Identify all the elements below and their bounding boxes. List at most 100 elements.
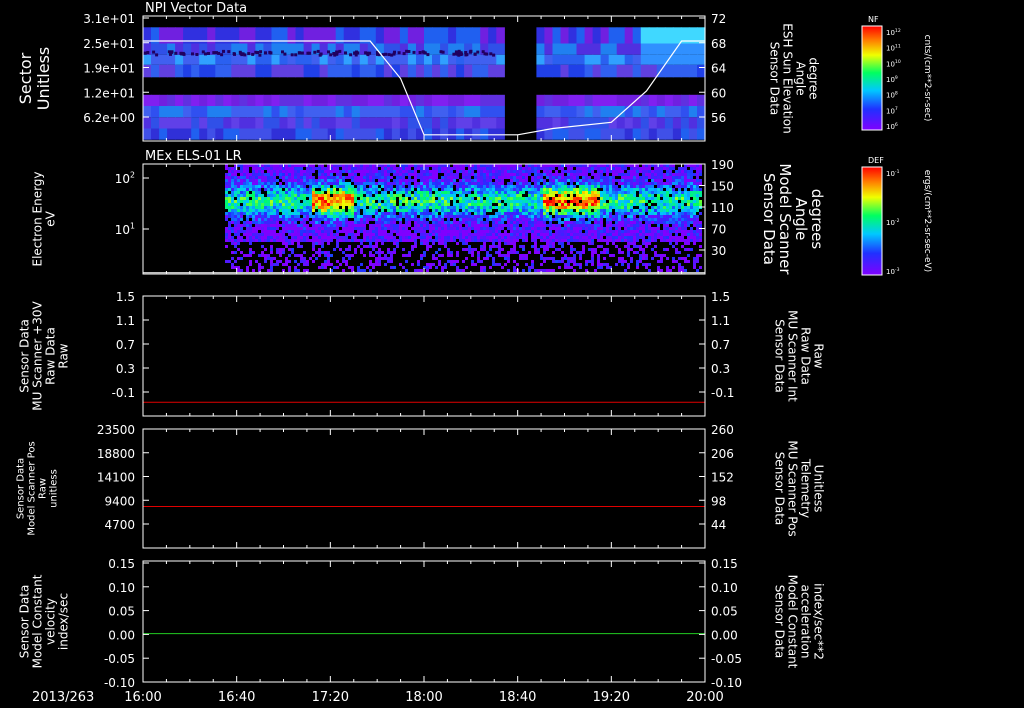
- els-spectrogram-cell: [348, 185, 351, 188]
- els-spectrogram-cell: [390, 224, 393, 227]
- els-spectrogram-cell: [654, 197, 657, 200]
- els-spectrogram-cell: [669, 203, 672, 206]
- els-spectrogram-cell: [645, 233, 648, 236]
- els-spectrogram-cell: [339, 248, 342, 251]
- els-spectrogram-cell: [687, 239, 690, 242]
- els-spectrogram-cell: [492, 167, 495, 170]
- els-spectrogram-cell: [336, 218, 339, 221]
- els-spectrogram-cell: [561, 236, 564, 239]
- els-spectrogram-cell: [666, 215, 669, 218]
- els-spectrogram-cell: [570, 260, 573, 263]
- els-spectrogram-cell: [387, 197, 390, 200]
- els-spectrogram-cell: [600, 194, 603, 197]
- els-spectrogram-cell: [378, 218, 381, 221]
- els-spectrogram-cell: [408, 230, 411, 233]
- els-spectrogram-cell: [555, 197, 558, 200]
- npi-heatmap-cell: [295, 117, 305, 129]
- npi-heatmap-cell: [231, 54, 240, 65]
- els-spectrogram-cell: [324, 206, 327, 209]
- els-spectrogram-cell: [462, 215, 465, 218]
- els-spectrogram-cell: [390, 227, 393, 230]
- els-spectrogram-cell: [675, 209, 678, 212]
- els-spectrogram-cell: [327, 200, 330, 203]
- els-spectrogram-cell: [594, 194, 597, 197]
- els-spectrogram-cell: [564, 218, 567, 221]
- els-spectrogram-cell: [591, 263, 594, 266]
- els-spectrogram-cell: [426, 239, 429, 242]
- els-spectrogram-cell: [687, 230, 690, 233]
- els-spectrogram-cell: [636, 218, 639, 221]
- els-spectrogram-cell: [381, 251, 384, 254]
- els-spectrogram-cell: [480, 206, 483, 209]
- els-spectrogram-cell: [552, 200, 555, 203]
- els-spectrogram-cell: [267, 203, 270, 206]
- npi-heatmap-cell: [407, 54, 417, 65]
- els-spectrogram-cell: [339, 263, 342, 266]
- els-spectrogram-cell: [372, 179, 375, 182]
- els-spectrogram-cell: [465, 176, 468, 179]
- els-spectrogram-cell: [465, 179, 468, 182]
- npi-heatmap-cell: [544, 117, 553, 129]
- npi-heatmap-cell: [383, 106, 393, 118]
- els-spectrogram-cell: [570, 206, 573, 209]
- els-spectrogram-cell: [423, 224, 426, 227]
- els-spectrogram-cell: [366, 194, 369, 197]
- els-spectrogram-cell: [423, 242, 426, 245]
- els-spectrogram-cell: [246, 194, 249, 197]
- els-spectrogram-cell: [549, 224, 552, 227]
- els-spectrogram-cell: [324, 197, 327, 200]
- els-spectrogram-cell: [465, 221, 468, 224]
- els-spectrogram-cell: [303, 260, 306, 263]
- els-spectrogram-cell: [360, 188, 363, 191]
- els-spectrogram-cell: [303, 203, 306, 206]
- npi-heatmap-cell: [432, 106, 441, 118]
- els-spectrogram-cell: [624, 230, 627, 233]
- els-spectrogram-cell: [252, 173, 255, 176]
- els-spectrogram-cell: [291, 224, 294, 227]
- els-spectrogram-cell: [234, 227, 237, 230]
- npi-heatmap-cell: [576, 117, 586, 129]
- els-spectrogram-cell: [690, 236, 693, 239]
- els-spectrogram-cell: [612, 233, 615, 236]
- els-spectrogram-cell: [420, 233, 423, 236]
- els-spectrogram-cell: [384, 185, 387, 188]
- els-spectrogram-cell: [237, 212, 240, 215]
- els-spectrogram-cell: [585, 200, 588, 203]
- els-spectrogram-cell: [303, 200, 306, 203]
- els-spectrogram-cell: [360, 179, 363, 182]
- els-spectrogram-cell: [291, 176, 294, 179]
- els-spectrogram-cell: [267, 179, 270, 182]
- els-spectrogram-cell: [558, 185, 561, 188]
- els-spectrogram-cell: [399, 200, 402, 203]
- els-spectrogram-cell: [555, 173, 558, 176]
- npi-heatmap-cell: [399, 27, 409, 44]
- els-spectrogram-cell: [693, 185, 696, 188]
- els-spectrogram-cell: [303, 257, 306, 260]
- els-spectrogram-cell: [252, 167, 255, 170]
- els-spectrogram-cell: [519, 227, 522, 230]
- els-spectrogram-cell: [429, 239, 432, 242]
- els-spectrogram-cell: [642, 194, 645, 197]
- els-spectrogram-cell: [660, 212, 663, 215]
- els-spectrogram-cell: [573, 254, 576, 257]
- els-spectrogram-cell: [261, 167, 264, 170]
- els-spectrogram-cell: [297, 203, 300, 206]
- els-spectrogram-cell: [597, 254, 600, 257]
- els-spectrogram-cell: [543, 185, 546, 188]
- els-spectrogram-cell: [645, 179, 648, 182]
- els-spectrogram-cell: [570, 167, 573, 170]
- els-spectrogram-cell: [654, 215, 657, 218]
- els-spectrogram-cell: [480, 230, 483, 233]
- els-spectrogram-cell: [408, 200, 411, 203]
- els-spectrogram-cell: [240, 182, 243, 185]
- els-spectrogram-cell: [624, 239, 627, 242]
- els-spectrogram-cell: [483, 176, 486, 179]
- els-spectrogram-cell: [555, 260, 558, 263]
- els-spectrogram-cell: [669, 215, 672, 218]
- els-spectrogram-cell: [564, 266, 567, 269]
- els-spectrogram-cell: [432, 221, 435, 224]
- els-spectrogram-cell: [651, 170, 654, 173]
- els-spectrogram-cell: [660, 206, 663, 209]
- npi-heatmap-cell: [199, 54, 208, 65]
- els-spectrogram-cell: [369, 230, 372, 233]
